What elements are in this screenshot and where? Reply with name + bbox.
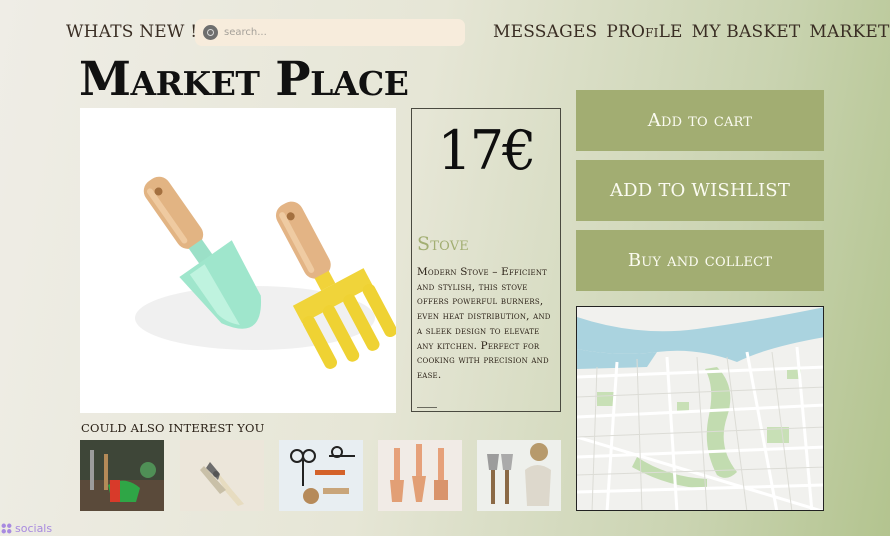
nav-profile[interactable]: PROfiLE xyxy=(606,22,682,42)
product-details-card: 17€ Stove Modern Stove – Efficient and s… xyxy=(411,108,561,412)
product-price: 17€ xyxy=(437,119,536,182)
nav-my-basket[interactable]: MY BASKET xyxy=(692,22,801,42)
search-input[interactable] xyxy=(224,27,454,38)
product-image xyxy=(80,108,398,413)
nav-messages[interactable]: MESSAGES xyxy=(493,22,597,42)
related-item-tools-and-gloves[interactable] xyxy=(477,440,561,511)
buy-and-collect-button[interactable]: Buy and collect xyxy=(576,230,824,291)
search-icon xyxy=(203,25,218,40)
related-item-copper-tools[interactable] xyxy=(378,440,462,511)
search-bar[interactable] xyxy=(195,19,465,46)
socials-link[interactable]: socials xyxy=(1,522,52,535)
store-location-map[interactable] xyxy=(576,306,824,511)
product-description: Modern Stove – Efficient and stylish, th… xyxy=(417,266,551,381)
add-to-wishlist-button[interactable]: ADD TO WISHLIST xyxy=(576,160,824,221)
related-heading: COULD ALSO INTEREST YOU xyxy=(81,421,265,435)
nav-market[interactable]: MARKET xyxy=(809,22,889,42)
related-item-garden-tools[interactable] xyxy=(80,440,164,511)
socials-label: socials xyxy=(15,522,53,535)
related-item-pruning-shears[interactable] xyxy=(180,440,264,511)
whats-new-link[interactable]: WHATS NEW ! xyxy=(66,22,197,42)
socials-icon xyxy=(1,523,12,534)
add-to-cart-button[interactable]: Add to cart xyxy=(576,90,824,151)
product-name: Stove xyxy=(417,233,469,255)
related-item-scissors-set[interactable] xyxy=(279,440,363,511)
page-title: Market Place xyxy=(79,52,409,107)
card-divider xyxy=(417,407,437,408)
top-nav: MESSAGES PROfiLE MY BASKET MARKET xyxy=(493,22,890,42)
